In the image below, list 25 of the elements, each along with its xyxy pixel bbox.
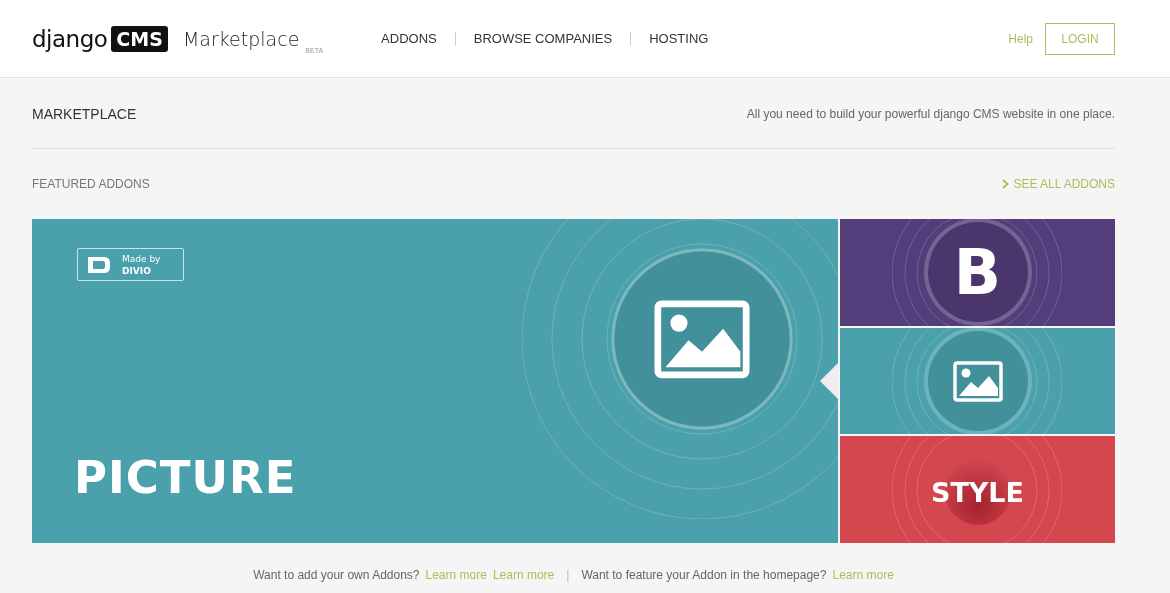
featured-title: PICTURE — [74, 451, 297, 504]
badge-text: Made by DIVIO — [122, 252, 161, 277]
bootstrap-letter: B — [953, 235, 1002, 309]
footer-question: Want to add your own Addons? — [253, 568, 420, 582]
addon-tile[interactable]: STYLE — [840, 436, 1115, 543]
nav-link[interactable]: ADDONS — [381, 31, 455, 46]
product-name: Marketplace — [182, 27, 300, 50]
image-icon — [654, 300, 750, 379]
nav-link[interactable]: HOSTING — [630, 31, 727, 46]
page-title: MARKETPLACE — [32, 105, 137, 122]
tile-title: STYLE — [930, 477, 1025, 509]
pointer-icon — [820, 363, 838, 399]
chevron-icon — [1002, 179, 1010, 189]
tagline: All you need to build your powerful django CMS website in one place. — [746, 106, 1115, 121]
section-title: FEATURED ADDONS — [32, 177, 150, 191]
addon-tile[interactable]: B — [840, 219, 1115, 326]
logo-badge[interactable]: CMS — [111, 25, 168, 52]
addon-tile[interactable] — [840, 327, 1115, 435]
nav-link[interactable]: BROWSE COMPANIES — [454, 31, 631, 46]
footer-question: Want to feature your Addon in the homepage? — [581, 568, 827, 582]
logo-text[interactable]: django — [32, 25, 108, 52]
d-logo-icon — [86, 254, 112, 275]
footer-separator: | — [566, 568, 570, 582]
image-icon — [952, 360, 1003, 402]
featured-banner[interactable]: Made by DIVIO PICTURE — [32, 219, 838, 543]
